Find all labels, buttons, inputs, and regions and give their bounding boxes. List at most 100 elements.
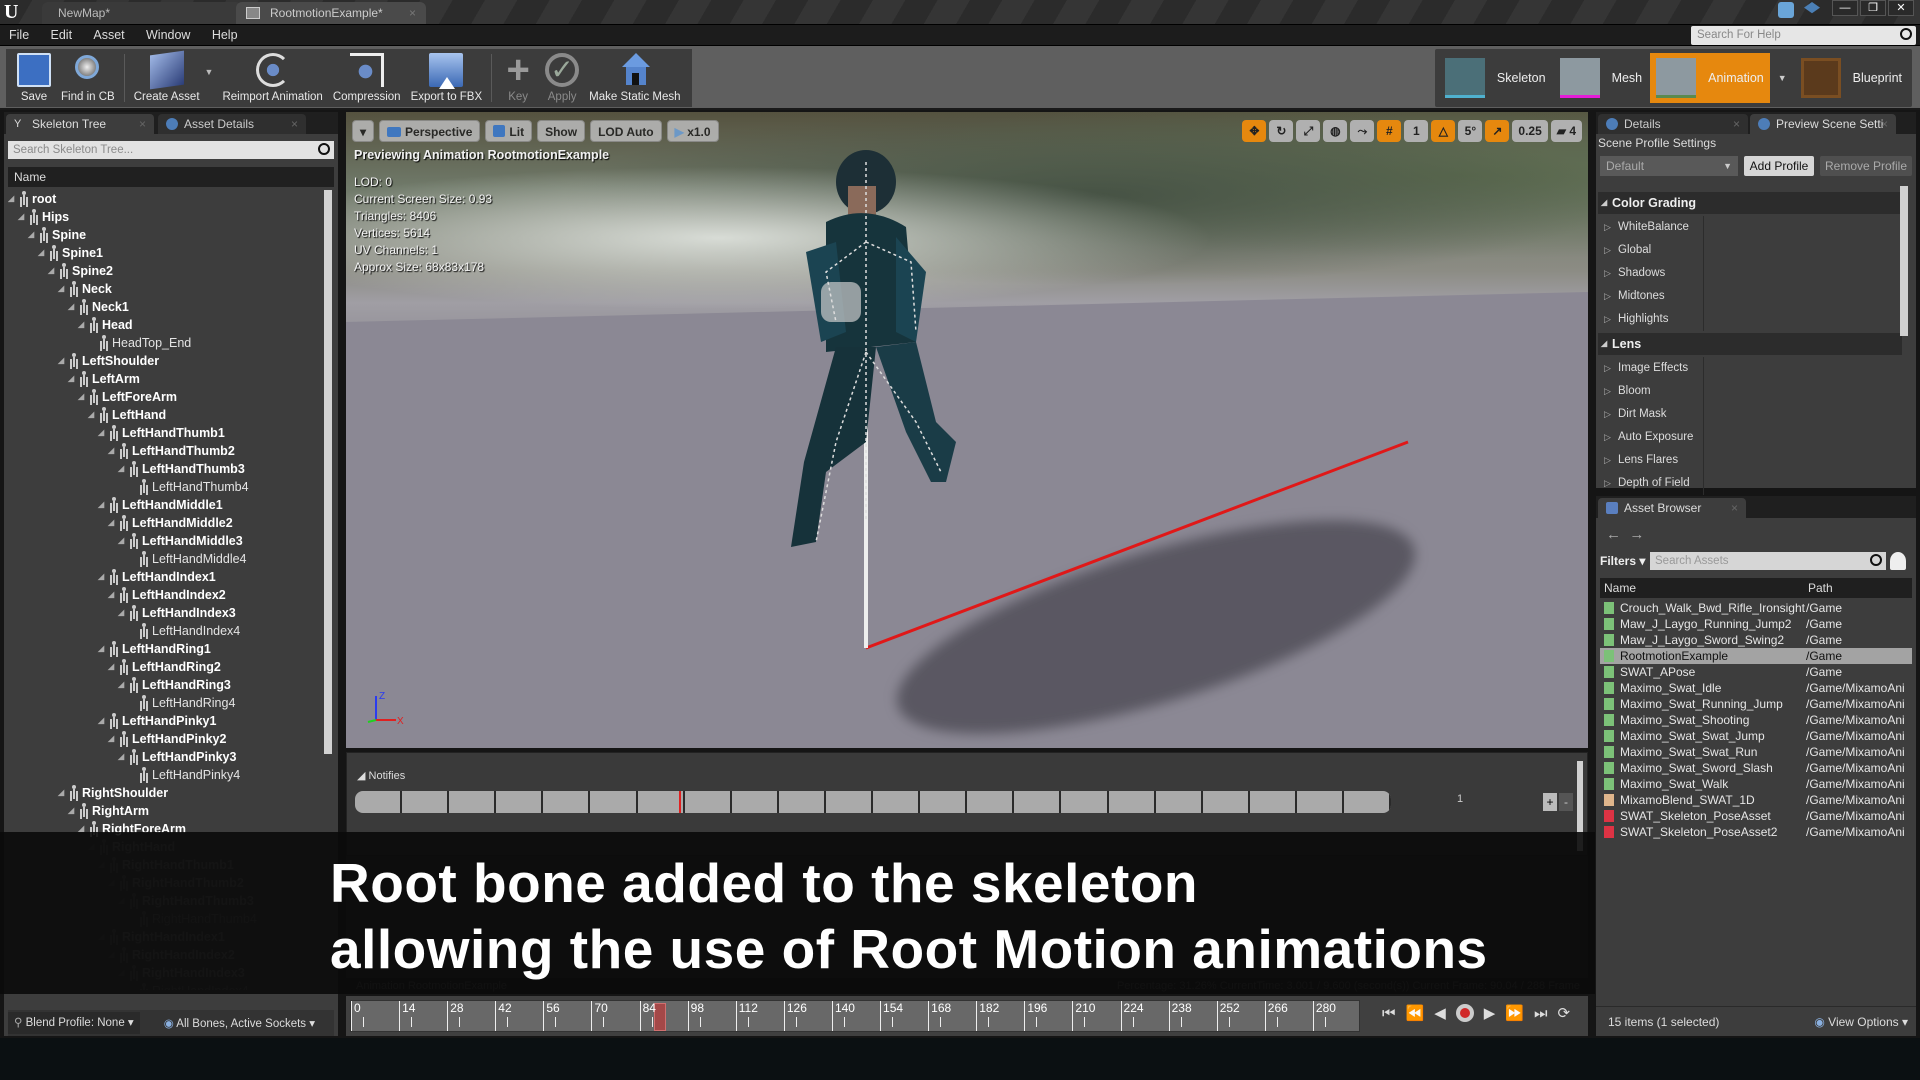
- bone-row[interactable]: ◢ Spine1: [8, 244, 324, 262]
- profile-dropdown[interactable]: Default ▼: [1600, 156, 1738, 176]
- asset-search-input[interactable]: Search Assets: [1650, 552, 1886, 570]
- expand-triangle-icon[interactable]: ◢: [118, 748, 128, 766]
- expand-triangle-icon[interactable]: ◢: [118, 604, 128, 622]
- rotate-tool-button[interactable]: ↻: [1269, 120, 1294, 142]
- bone-row[interactable]: HeadTop_End: [8, 334, 324, 352]
- menu-help[interactable]: Help: [203, 25, 247, 45]
- expand-triangle-icon[interactable]: ◢: [58, 280, 68, 298]
- notify-segment[interactable]: [402, 791, 450, 813]
- forward-arrow-icon[interactable]: →: [1629, 526, 1644, 543]
- bone-row[interactable]: ◢ Hips: [8, 208, 324, 226]
- property-row[interactable]: Auto Exposure: [1598, 426, 1902, 449]
- expand-triangle-icon[interactable]: ◢: [108, 442, 118, 460]
- column-splitter[interactable]: [1703, 308, 1704, 331]
- close-tab-icon[interactable]: ×: [409, 2, 416, 24]
- create-asset-button[interactable]: Create Asset: [129, 49, 205, 107]
- grid-snap-button[interactable]: #: [1377, 120, 1402, 142]
- export-to-fbx-button[interactable]: Export to FBX: [406, 49, 488, 107]
- property-row[interactable]: Bloom: [1598, 380, 1902, 403]
- expand-triangle-icon[interactable]: ◢: [58, 352, 68, 370]
- bone-row[interactable]: ◢ LeftHandMiddle1: [8, 496, 324, 514]
- expand-triangle-icon[interactable]: ◢: [118, 676, 128, 694]
- chat-icon[interactable]: [1778, 2, 1794, 18]
- notifies-section[interactable]: ◢ Notifies: [357, 769, 405, 782]
- notify-segment[interactable]: [355, 791, 403, 813]
- category-header[interactable]: Lens: [1598, 333, 1902, 355]
- notify-segment[interactable]: [732, 791, 779, 813]
- compression-button[interactable]: Compression: [328, 49, 406, 107]
- notify-segment[interactable]: [1109, 791, 1156, 813]
- bone-row[interactable]: LeftHandRing4: [8, 694, 324, 712]
- step-back-button[interactable]: ⏪: [1406, 1004, 1425, 1022]
- tab-newmap[interactable]: NewMap*: [42, 2, 242, 24]
- close-tab-icon[interactable]: ×: [1733, 114, 1740, 134]
- key-button[interactable]: + Key: [496, 49, 540, 107]
- mode-blueprint[interactable]: Blueprint: [1795, 53, 1908, 103]
- property-row[interactable]: Depth of Field: [1598, 472, 1902, 495]
- play-reverse-button[interactable]: ◀: [1434, 1004, 1446, 1022]
- notify-segment[interactable]: [920, 791, 968, 813]
- bone-row[interactable]: ◢ LeftHandMiddle2: [8, 514, 324, 532]
- surface-snap-button[interactable]: ⤳: [1350, 120, 1375, 142]
- close-tab-icon[interactable]: ×: [291, 114, 298, 134]
- column-splitter[interactable]: [1703, 403, 1704, 426]
- asset-row[interactable]: Maximo_Swat_Sword_Slash/Game/MixamoAni: [1600, 760, 1912, 776]
- bone-row[interactable]: LeftHandPinky4: [8, 766, 324, 784]
- expand-triangle-icon[interactable]: ◢: [78, 388, 88, 406]
- expand-triangle-icon[interactable]: ◢: [58, 784, 68, 802]
- asset-row[interactable]: SWAT_Skeleton_PoseAsset2/Game/MixamoAni: [1600, 824, 1912, 840]
- property-row[interactable]: Shadows: [1598, 262, 1902, 285]
- property-row[interactable]: WhiteBalance: [1598, 216, 1902, 239]
- minimize-button[interactable]: —: [1832, 0, 1858, 16]
- bone-row[interactable]: ◢ LeftHandRing3: [8, 676, 324, 694]
- expand-triangle-icon[interactable]: ◢: [98, 424, 108, 442]
- notify-segment[interactable]: [1156, 791, 1203, 813]
- bone-row[interactable]: LeftHandIndex4: [8, 622, 324, 640]
- asset-row[interactable]: SWAT_APose/Game: [1600, 664, 1912, 680]
- notify-segment[interactable]: [1203, 791, 1250, 813]
- expand-triangle-icon[interactable]: ◢: [98, 712, 108, 730]
- create-asset-dropdown-icon[interactable]: ▼: [205, 67, 214, 77]
- column-splitter[interactable]: [1703, 285, 1704, 308]
- preview-viewport[interactable]: ▾ Perspective Lit Show LOD Auto ▶ x1.0 ✥…: [346, 112, 1588, 748]
- bone-row[interactable]: ◢ LeftHandMiddle3: [8, 532, 324, 550]
- bone-row[interactable]: ◢ LeftHandIndex3: [8, 604, 324, 622]
- loop-button[interactable]: ⟳: [1558, 1004, 1571, 1022]
- tab-asset-details[interactable]: Asset Details ×: [158, 114, 306, 134]
- bone-row[interactable]: ◢ RightShoulder: [8, 784, 324, 802]
- make-static-mesh-button[interactable]: Make Static Mesh: [584, 49, 685, 107]
- asset-row[interactable]: Maximo_Swat_Swat_Run/Game/MixamoAni: [1600, 744, 1912, 760]
- scale-snap-button[interactable]: ↗: [1485, 120, 1510, 142]
- column-splitter[interactable]: [1703, 380, 1704, 403]
- asset-row[interactable]: Maximo_Swat_Running_Jump/Game/MixamoAni: [1600, 696, 1912, 712]
- rotation-snap-button[interactable]: △: [1431, 120, 1456, 142]
- learn-icon[interactable]: [1804, 2, 1820, 14]
- remove-track-button[interactable]: -: [1559, 793, 1573, 811]
- bone-row[interactable]: ◢ LeftHandThumb1: [8, 424, 324, 442]
- bone-row[interactable]: ◢ root: [8, 190, 324, 208]
- lod-button[interactable]: LOD Auto: [590, 120, 662, 142]
- user-icon[interactable]: [1890, 552, 1906, 570]
- column-splitter[interactable]: [1703, 472, 1704, 495]
- playback-speed-button[interactable]: ▶ x1.0: [666, 120, 719, 142]
- bone-row[interactable]: LeftHandMiddle4: [8, 550, 324, 568]
- asset-row[interactable]: RootmotionExample/Game: [1600, 648, 1912, 664]
- menu-window[interactable]: Window: [137, 25, 199, 45]
- name-column-header[interactable]: Name: [1604, 578, 1636, 598]
- scale-tool-button[interactable]: ⤢: [1296, 120, 1321, 142]
- notify-segment[interactable]: [1014, 791, 1062, 813]
- bone-row[interactable]: LeftHandThumb4: [8, 478, 324, 496]
- bone-row[interactable]: ◢ LeftHandPinky2: [8, 730, 324, 748]
- close-tab-icon[interactable]: ×: [1881, 114, 1888, 134]
- bone-row[interactable]: ◢ LeftHandPinky1: [8, 712, 324, 730]
- expand-triangle-icon[interactable]: ◢: [48, 262, 58, 280]
- notify-segment[interactable]: [685, 791, 732, 813]
- bone-row[interactable]: ◢ Spine2: [8, 262, 324, 280]
- bone-row[interactable]: ◢ Neck: [8, 280, 324, 298]
- tab-skeleton-tree[interactable]: Y Skeleton Tree ×: [6, 114, 154, 134]
- notify-segment[interactable]: [873, 791, 921, 813]
- skip-to-end-button[interactable]: ⏭: [1534, 1005, 1548, 1022]
- bone-row[interactable]: ◢ LeftHandThumb3: [8, 460, 324, 478]
- bone-row[interactable]: ◢ LeftHand: [8, 406, 324, 424]
- bone-row[interactable]: ◢ Head: [8, 316, 324, 334]
